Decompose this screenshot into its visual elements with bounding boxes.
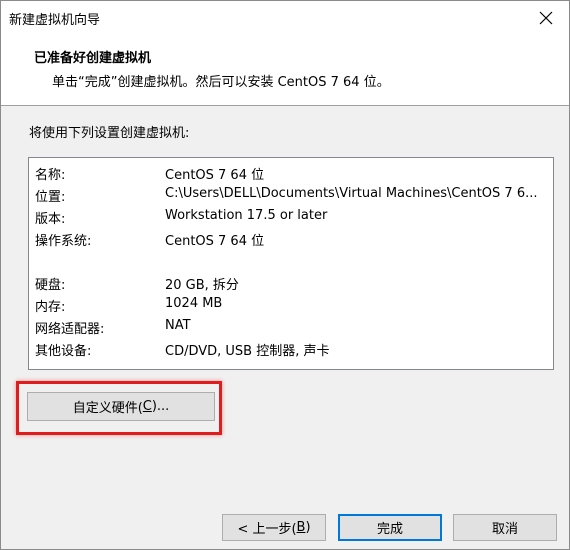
- summary-label: 位置:: [35, 190, 66, 205]
- summary-value: 20 GB, 拆分: [165, 278, 239, 293]
- summary-value: Workstation 17.5 or later: [165, 208, 328, 223]
- summary-row-memory: 内存: 1024 MB: [35, 292, 550, 315]
- settings-summary-box: 名称: CentOS 7 64 位 位置: C:\Users\DELL\Docu…: [28, 157, 554, 370]
- customize-label-prefix: 自定义硬件(: [72, 401, 143, 416]
- summary-value: NAT: [165, 318, 191, 333]
- summary-row-other-devices: 其他设备: CD/DVD, USB 控制器, 声卡: [35, 336, 550, 359]
- close-icon: [539, 11, 553, 25]
- finish-label: 完成: [376, 522, 403, 537]
- summary-row-name: 名称: CentOS 7 64 位: [35, 160, 550, 183]
- summary-value: 1024 MB: [165, 296, 223, 311]
- summary-label: 内存:: [35, 300, 66, 315]
- summary-value: CD/DVD, USB 控制器, 声卡: [165, 344, 330, 359]
- page-subtitle: 单击“完成”创建虚拟机。然后可以安装 CentOS 7 64 位。: [52, 75, 390, 90]
- cancel-button[interactable]: 取消: [453, 514, 557, 541]
- summary-intro: 将使用下列设置创建虚拟机:: [29, 126, 190, 141]
- summary-label: 版本:: [35, 212, 66, 227]
- customize-accelerator-key: C: [142, 399, 152, 414]
- wizard-window: 新建虚拟机向导 已准备好创建虚拟机 单击“完成”创建虚拟机。然后可以安装 Cen…: [0, 0, 570, 550]
- back-accelerator-key: B: [296, 520, 306, 535]
- back-label-suffix: ): [305, 520, 311, 535]
- finish-button[interactable]: 完成: [338, 514, 442, 541]
- back-button[interactable]: < 上一步(B): [222, 514, 326, 541]
- summary-label: 操作系统:: [35, 234, 92, 249]
- summary-label: 硬盘:: [35, 278, 66, 293]
- back-label-prefix: < 上一步(: [237, 522, 297, 537]
- summary-row-version: 版本: Workstation 17.5 or later: [35, 204, 550, 227]
- summary-row-disk: 硬盘: 20 GB, 拆分: [35, 270, 550, 293]
- cancel-label: 取消: [491, 522, 518, 537]
- summary-value: C:\Users\DELL\Documents\Virtual Machines…: [165, 186, 538, 201]
- wizard-header: 已准备好创建虚拟机 单击“完成”创建虚拟机。然后可以安装 CentOS 7 64…: [1, 35, 569, 106]
- close-button[interactable]: [523, 1, 569, 35]
- summary-label: 网络适配器:: [35, 322, 105, 337]
- summary-value: CentOS 7 64 位: [165, 234, 265, 249]
- summary-label: 名称:: [35, 168, 66, 183]
- customize-label-suffix: )...: [151, 399, 170, 414]
- page-title: 已准备好创建虚拟机: [34, 51, 152, 66]
- summary-value: CentOS 7 64 位: [165, 168, 265, 183]
- summary-row-os: 操作系统: CentOS 7 64 位: [35, 226, 550, 249]
- window-title: 新建虚拟机向导: [9, 13, 101, 28]
- summary-row-location: 位置: C:\Users\DELL\Documents\Virtual Mach…: [35, 182, 550, 205]
- customize-hardware-button[interactable]: 自定义硬件(C)...: [27, 392, 215, 421]
- title-bar: 新建虚拟机向导: [1, 1, 569, 35]
- summary-row-network: 网络适配器: NAT: [35, 314, 550, 337]
- summary-label: 其他设备:: [35, 344, 92, 359]
